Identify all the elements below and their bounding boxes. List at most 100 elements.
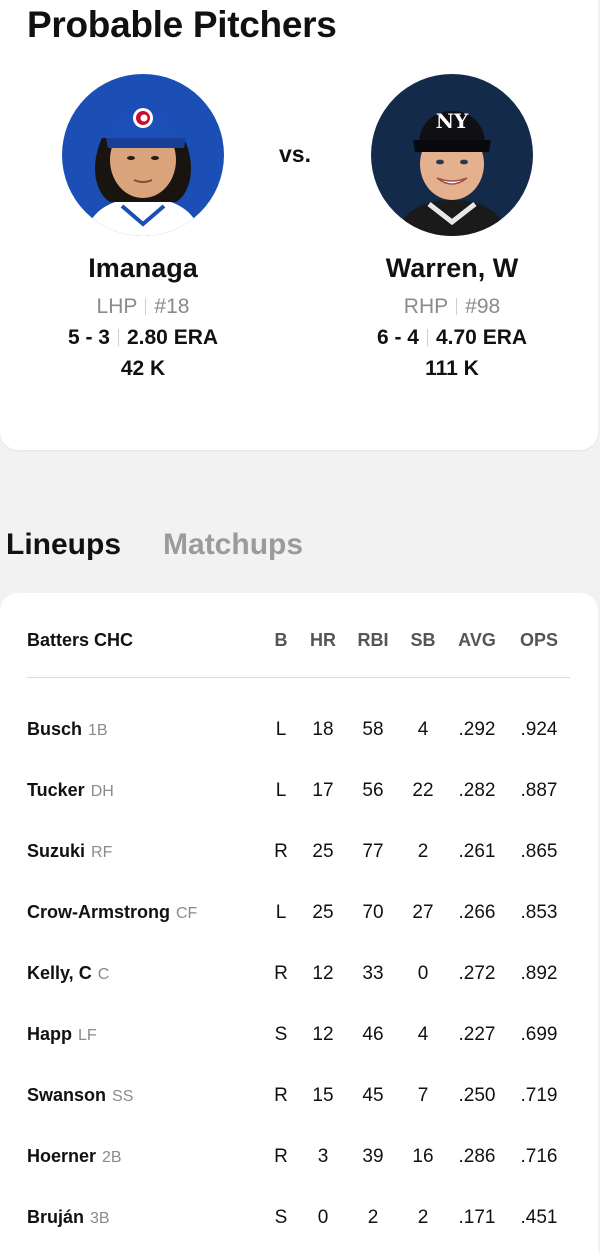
- batter-name-cell: Crow-Armstrong CF: [27, 902, 197, 923]
- page-title: Probable Pitchers: [27, 4, 337, 45]
- cell-hr: 25: [312, 902, 334, 923]
- cell-rbi: 46: [362, 1024, 384, 1045]
- pitcher-home-era: 2.80 ERA: [126, 326, 219, 349]
- batter-name[interactable]: Suzuki: [27, 841, 85, 861]
- col-header-ops[interactable]: OPS: [514, 630, 564, 651]
- cell-rbi: 77: [362, 841, 384, 862]
- col-header-avg[interactable]: AVG: [452, 630, 502, 651]
- pitcher-home-record-line: 5 - 3 2.80 ERA: [43, 324, 243, 352]
- batter-name[interactable]: Kelly, C: [27, 963, 92, 983]
- batter-position: 2B: [102, 1149, 122, 1166]
- batter-name-cell: Happ LF: [27, 1024, 97, 1045]
- cell-b: R: [274, 841, 288, 862]
- separator: [426, 329, 428, 346]
- table-row[interactable]: Hoerner 2B R 3 39 16 .286 .716: [27, 1146, 570, 1176]
- cell-hr: 3: [317, 1146, 329, 1167]
- vs-label: vs.: [279, 141, 311, 167]
- table-row[interactable]: Happ LF S 12 46 4 .227 .699: [27, 1024, 570, 1054]
- separator: [456, 298, 458, 315]
- pitcher-away-record-line: 6 - 4 4.70 ERA: [352, 324, 552, 352]
- cell-sb: 4: [417, 719, 429, 740]
- cell-rbi: 2: [367, 1207, 379, 1228]
- batter-name[interactable]: Tucker: [27, 780, 85, 800]
- cell-avg: .250: [458, 1085, 496, 1106]
- cell-ops: .699: [520, 1024, 558, 1045]
- cell-b: R: [274, 963, 288, 984]
- lineup-tabs: Lineups Matchups: [6, 528, 345, 562]
- pitcher-home[interactable]: Imanaga LHP #18 5 - 3 2.80 ERA 42 K: [43, 74, 243, 383]
- pitcher-away-number: #98: [465, 295, 501, 318]
- cell-b: R: [274, 1146, 288, 1167]
- cell-avg: .292: [458, 719, 496, 740]
- table-row[interactable]: Swanson SS R 15 45 7 .250 .719: [27, 1085, 570, 1115]
- pitcher-away-throws: RHP: [403, 295, 449, 318]
- pitcher-home-number: #18: [154, 295, 190, 318]
- batter-name-cell: Busch 1B: [27, 719, 108, 740]
- batter-name-cell: Suzuki RF: [27, 841, 112, 862]
- cell-sb: 0: [417, 963, 429, 984]
- cell-hr: 12: [312, 1024, 334, 1045]
- batter-name[interactable]: Hoerner: [27, 1146, 96, 1166]
- batters-header: Batters CHC: [27, 630, 134, 650]
- cell-sb: 2: [417, 841, 429, 862]
- tab-matchups[interactable]: Matchups: [163, 528, 303, 562]
- pitcher-home-position: LHP #18: [43, 294, 243, 320]
- tab-lineups[interactable]: Lineups: [6, 528, 121, 562]
- table-row[interactable]: Tucker DH L 17 56 22 .282 .887: [27, 780, 570, 810]
- cell-ops: .719: [520, 1085, 558, 1106]
- batter-name-cell: Kelly, C C: [27, 963, 109, 984]
- cell-b: L: [275, 719, 287, 740]
- batter-name-cell: Tucker DH: [27, 780, 114, 801]
- col-header-hr[interactable]: HR: [308, 630, 338, 651]
- cell-ops: .853: [520, 902, 558, 923]
- batter-name[interactable]: Busch: [27, 719, 82, 739]
- cell-avg: .171: [458, 1207, 496, 1228]
- pitcher-home-throws: LHP: [96, 295, 138, 318]
- cell-avg: .282: [458, 780, 496, 801]
- table-row[interactable]: Busch 1B L 18 58 4 .292 .924: [27, 719, 570, 749]
- batter-name[interactable]: Happ: [27, 1024, 72, 1044]
- cell-rbi: 45: [362, 1085, 384, 1106]
- batter-name[interactable]: Bruján: [27, 1207, 84, 1227]
- lineup-table-header: Batters CHC B HR RBI SB AVG OPS: [27, 630, 570, 658]
- cell-hr: 12: [312, 963, 334, 984]
- col-header-b[interactable]: B: [270, 630, 292, 651]
- cell-hr: 25: [312, 841, 334, 862]
- cell-rbi: 56: [362, 780, 384, 801]
- cell-ops: .892: [520, 963, 558, 984]
- table-row[interactable]: Kelly, C C R 12 33 0 .272 .892: [27, 963, 570, 993]
- cell-sb: 16: [412, 1146, 434, 1167]
- pitcher-away-position: RHP #98: [352, 294, 552, 320]
- cell-rbi: 39: [362, 1146, 384, 1167]
- cell-b: S: [274, 1207, 288, 1228]
- table-row[interactable]: Bruján 3B S 0 2 2 .171 .451: [27, 1207, 570, 1237]
- cell-sb: 22: [412, 780, 434, 801]
- batter-name[interactable]: Crow-Armstrong: [27, 902, 170, 922]
- table-row[interactable]: Crow-Armstrong CF L 25 70 27 .266 .853: [27, 902, 570, 932]
- pitcher-away[interactable]: NY Warren, W RHP #98 6 - 4 4.70 ERA 111 K: [352, 74, 552, 383]
- separator: [117, 329, 119, 346]
- pitcher-home-name: Imanaga: [88, 253, 198, 283]
- cell-avg: .266: [458, 902, 496, 923]
- cell-ops: .887: [520, 780, 558, 801]
- pitcher-home-record: 5 - 3: [67, 326, 110, 349]
- table-row[interactable]: Suzuki RF R 25 77 2 .261 .865: [27, 841, 570, 871]
- cell-ops: .716: [520, 1146, 558, 1167]
- cell-avg: .286: [458, 1146, 496, 1167]
- probable-pitchers-card: Probable Pitchers vs. Imanaga LHP #18 5 …: [0, 0, 598, 450]
- cell-hr: 17: [312, 780, 334, 801]
- header-divider: [27, 677, 570, 678]
- cell-ops: .451: [520, 1207, 558, 1228]
- cell-sb: 27: [412, 902, 434, 923]
- cell-ops: .865: [520, 841, 558, 862]
- pitcher-away-name: Warren, W: [385, 253, 519, 283]
- col-header-rbi[interactable]: RBI: [354, 630, 392, 651]
- cell-avg: .227: [458, 1024, 496, 1045]
- col-header-sb[interactable]: SB: [407, 630, 439, 651]
- svg-text:NY: NY: [436, 109, 469, 133]
- cell-b: L: [275, 780, 287, 801]
- batter-position: 1B: [88, 722, 108, 739]
- batter-name-cell: Hoerner 2B: [27, 1146, 122, 1167]
- pitcher-home-avatar: [62, 74, 224, 236]
- batter-name[interactable]: Swanson: [27, 1085, 106, 1105]
